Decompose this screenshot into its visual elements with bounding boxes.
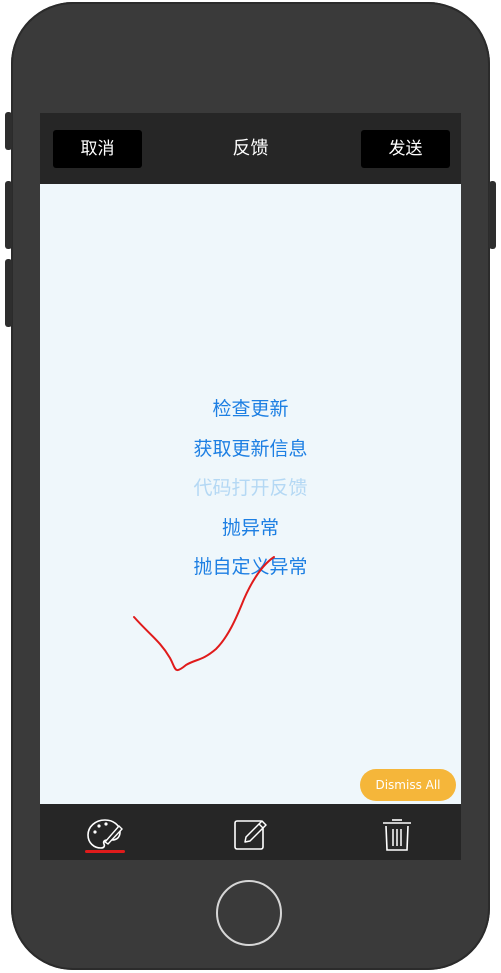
drawn-stroke: [133, 556, 275, 672]
feedback-screen: 取消 反馈 发送 检查更新 获取更新信息 代码打开反馈 抛异常 抛自定义异常 D…: [40, 113, 461, 860]
drawing-toolbar: [40, 804, 461, 860]
edit-icon: [234, 820, 267, 850]
volume-up-button: [5, 181, 12, 249]
palette-tool-button[interactable]: [83, 812, 127, 856]
trash-icon: [383, 819, 411, 851]
delete-tool-button[interactable]: [375, 812, 419, 856]
mute-switch: [5, 112, 12, 150]
edit-tool-button[interactable]: [228, 812, 272, 856]
volume-down-button: [5, 259, 12, 327]
dismiss-all-button[interactable]: Dismiss All: [360, 769, 456, 801]
power-button: [489, 181, 496, 249]
selected-indicator: [85, 850, 125, 853]
drawing-canvas[interactable]: [40, 113, 461, 804]
home-button[interactable]: [216, 880, 282, 946]
